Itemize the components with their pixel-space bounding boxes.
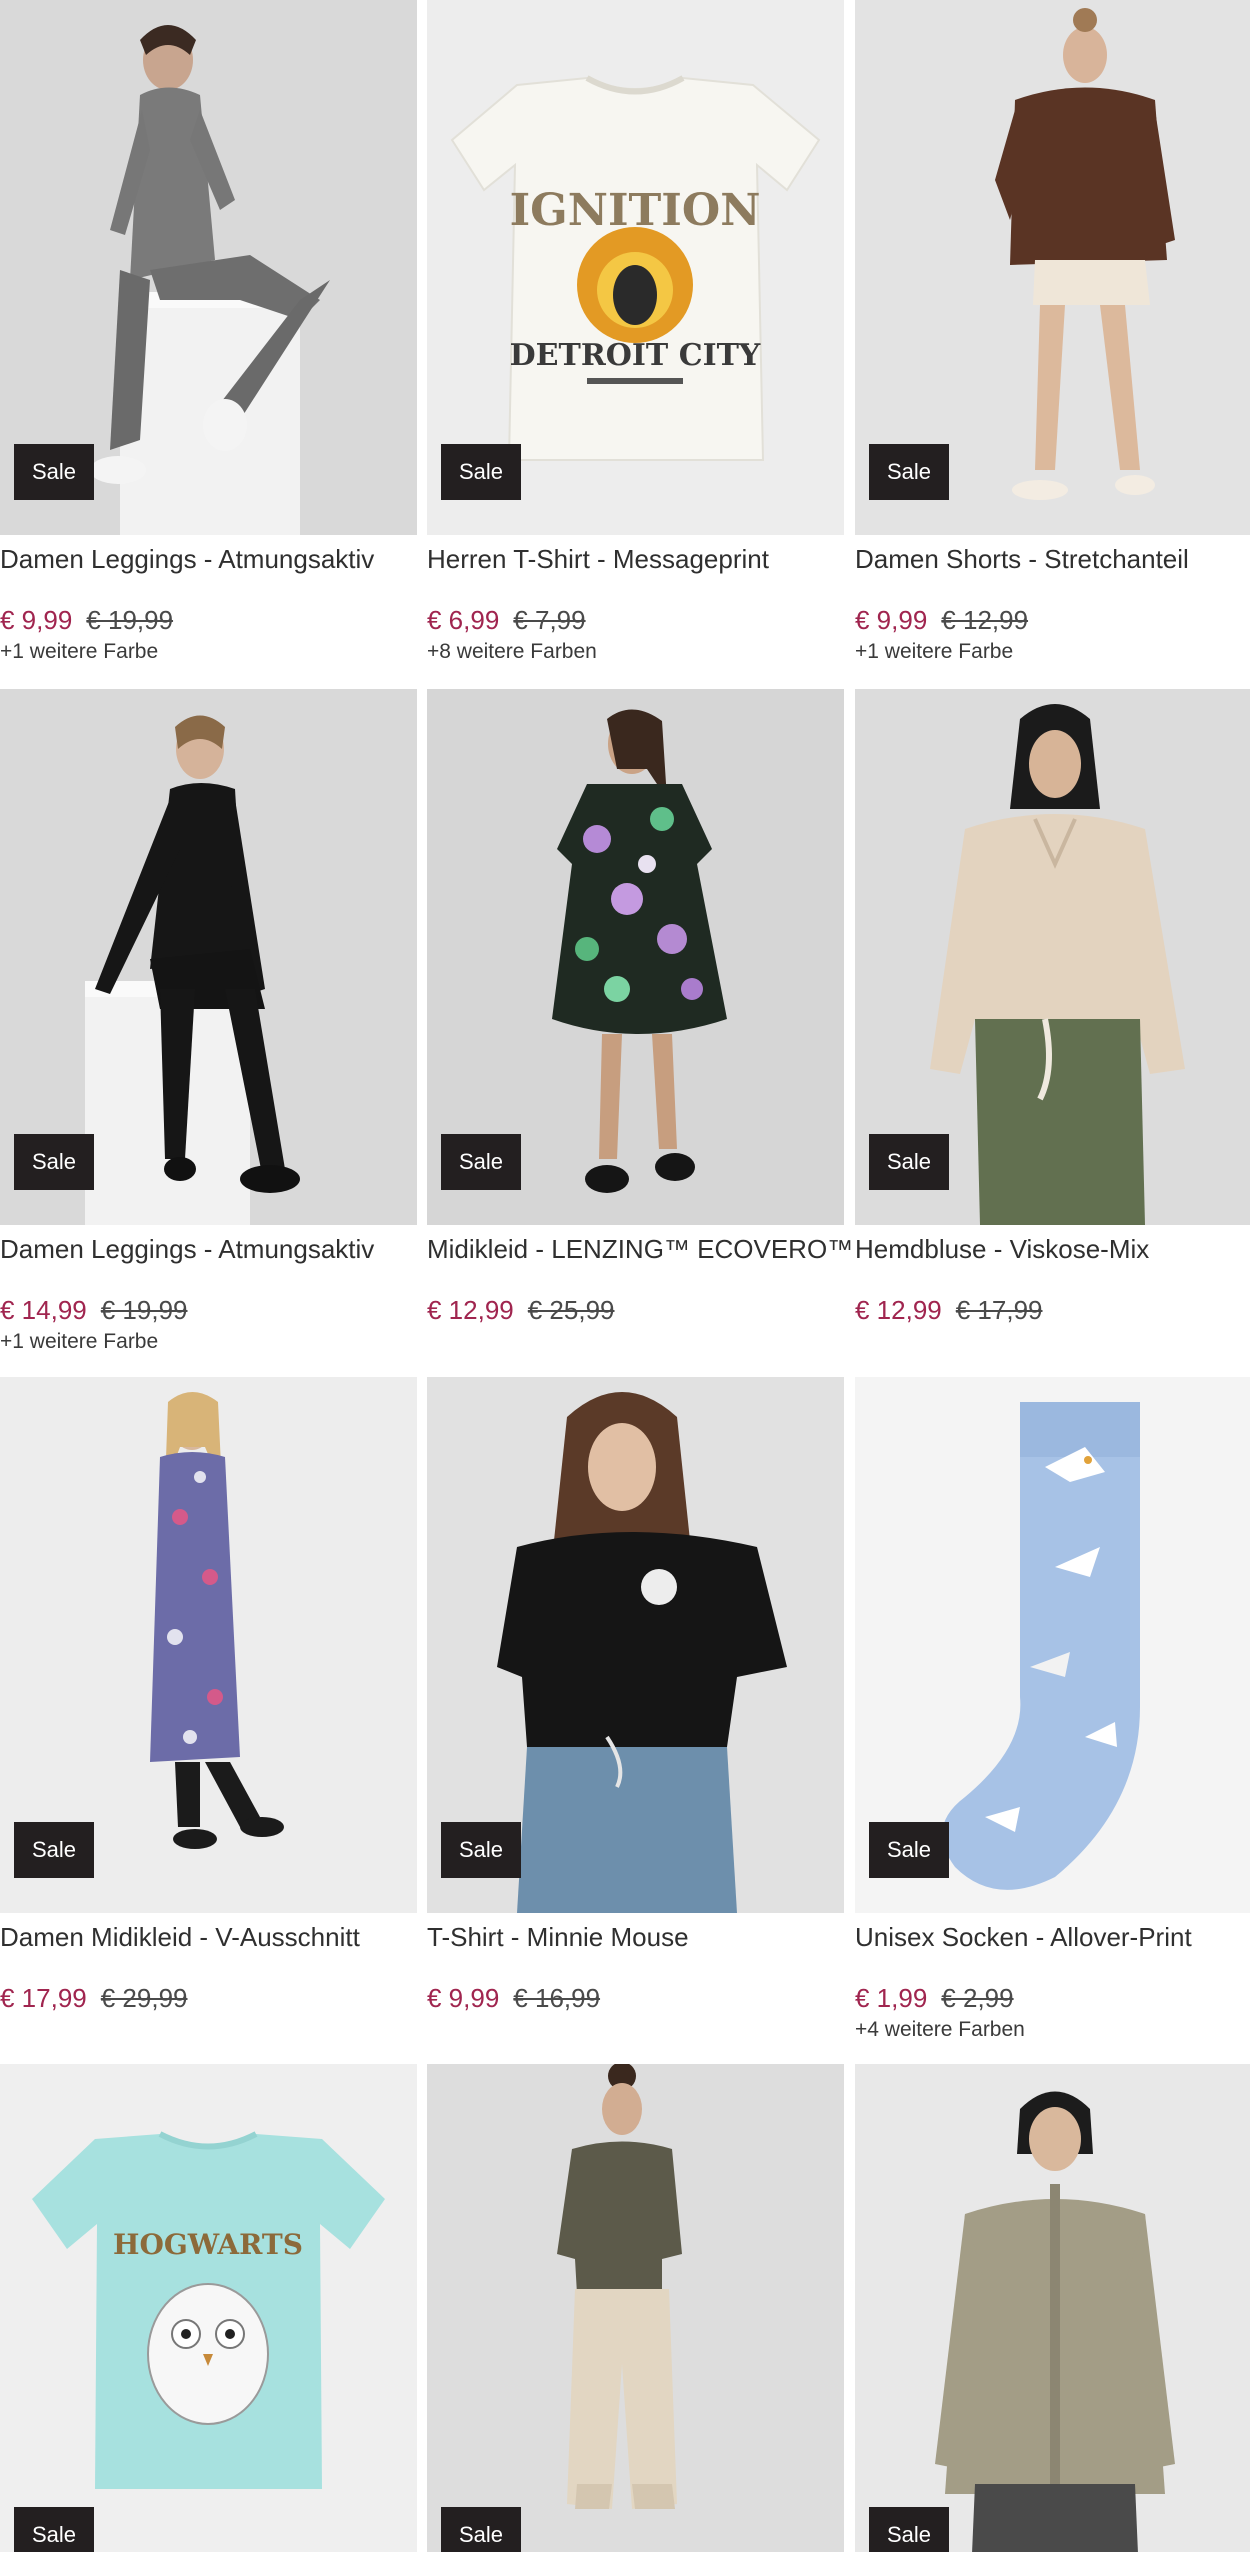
product-card[interactable]: Sale Damen Leggings - Atmungsaktiv € 9,9… <box>0 0 417 665</box>
sale-price: € 12,99 <box>427 1295 514 1325</box>
product-title[interactable]: Damen Shorts - Stretchanteil <box>855 543 1250 575</box>
original-price: € 12,99 <box>941 605 1029 635</box>
product-title[interactable]: Damen Midikleid - V-Ausschnitt <box>0 1921 417 1953</box>
original-price: € 29,99 <box>100 1983 188 2013</box>
sale-price: € 12,99 <box>855 1295 942 1325</box>
sale-price: € 9,99 <box>855 605 928 635</box>
product-photo <box>427 2064 844 2552</box>
product-card[interactable]: Sale Damen Midikleid - V-Ausschnitt € 17… <box>0 1377 417 2017</box>
sale-price: € 9,99 <box>0 605 73 635</box>
product-price: € 14,99 € 19,99 <box>0 1294 417 1326</box>
product-card[interactable]: Sale T-Shirt - Minnie Mouse € 9,99 € 16,9… <box>427 1377 844 2017</box>
product-image[interactable]: Sale <box>855 2064 1250 2552</box>
product-card[interactable]: Sale <box>855 2064 1250 2552</box>
sale-badge: Sale <box>441 444 522 500</box>
product-image[interactable]: Sale <box>0 689 417 1225</box>
product-photo: HOGWARTS <box>0 2064 417 2552</box>
product-card[interactable]: IGNITION DETROIT CITY Sale Herren T-Shir… <box>427 0 844 665</box>
product-image[interactable]: Sale <box>855 0 1250 535</box>
product-title[interactable]: Hemdbluse - Viskose-Mix <box>855 1233 1250 1265</box>
product-image[interactable]: Sale <box>427 1377 844 1913</box>
product-title[interactable]: Damen Leggings - Atmungsaktiv <box>0 543 417 575</box>
sale-badge: Sale <box>869 444 950 500</box>
sale-badge: Sale <box>14 2507 95 2552</box>
sale-price: € 9,99 <box>427 1983 500 2013</box>
product-card[interactable]: Sale Hemdbluse - Viskose-Mix € 12,99 € 17… <box>855 689 1250 1329</box>
product-price: € 9,99 € 19,99 <box>0 604 417 636</box>
product-card[interactable]: HOGWARTS Sale <box>0 2064 417 2552</box>
more-colors-link[interactable]: +1 weitere Farbe <box>855 639 1250 665</box>
sale-badge: Sale <box>14 1822 95 1878</box>
product-price: € 6,99 € 7,99 <box>427 604 844 636</box>
product-card[interactable]: Sale Damen Shorts - Stretchanteil € 9,99… <box>855 0 1250 665</box>
print-detroit-text: DETROIT CITY <box>510 338 761 373</box>
product-title[interactable]: Herren T-Shirt - Messageprint <box>427 543 844 575</box>
original-price: € 17,99 <box>955 1295 1043 1325</box>
original-price: € 19,99 <box>100 1295 188 1325</box>
product-image[interactable]: IGNITION DETROIT CITY Sale <box>427 0 844 535</box>
product-image[interactable]: Sale <box>855 689 1250 1225</box>
original-price: € 2,99 <box>941 1983 1014 2013</box>
sale-badge: Sale <box>869 1134 950 1190</box>
product-image[interactable]: Sale <box>855 1377 1250 1913</box>
product-image[interactable]: Sale <box>427 689 844 1225</box>
sale-badge: Sale <box>441 1134 522 1190</box>
product-price: € 9,99 € 12,99 <box>855 604 1250 636</box>
sale-badge: Sale <box>14 1134 95 1190</box>
more-colors-link[interactable]: +1 weitere Farbe <box>0 1329 417 1355</box>
product-image[interactable]: HOGWARTS Sale <box>0 2064 417 2552</box>
product-price: € 12,99 € 25,99 <box>427 1294 844 1326</box>
product-title[interactable]: T-Shirt - Minnie Mouse <box>427 1921 844 1953</box>
sale-price: € 6,99 <box>427 605 500 635</box>
original-price: € 19,99 <box>86 605 174 635</box>
original-price: € 16,99 <box>513 1983 601 2013</box>
sale-badge: Sale <box>441 1822 522 1878</box>
product-title[interactable]: Damen Leggings - Atmungsaktiv <box>0 1233 417 1265</box>
print-hogwarts-text: HOGWARTS <box>113 2228 303 2261</box>
sale-badge: Sale <box>869 2507 950 2552</box>
more-colors-link[interactable]: +4 weitere Farben <box>855 2017 1250 2043</box>
product-grid: Sale Damen Leggings - Atmungsaktiv € 9,9… <box>0 0 1250 2552</box>
product-photo <box>855 2064 1250 2552</box>
product-image[interactable]: Sale <box>427 2064 844 2552</box>
sale-price: € 14,99 <box>0 1295 87 1325</box>
product-card[interactable]: Sale <box>427 2064 844 2552</box>
product-price: € 1,99 € 2,99 <box>855 1982 1250 2014</box>
product-card[interactable]: Sale Unisex Socken - Allover-Print € 1,9… <box>855 1377 1250 2043</box>
more-colors-link[interactable]: +1 weitere Farbe <box>0 639 417 665</box>
product-image[interactable]: Sale <box>0 1377 417 1913</box>
product-title[interactable]: Unisex Socken - Allover-Print <box>855 1921 1250 1953</box>
sale-price: € 17,99 <box>0 1983 87 2013</box>
original-price: € 7,99 <box>513 605 586 635</box>
more-colors-link[interactable]: +8 weitere Farben <box>427 639 844 665</box>
product-price: € 17,99 € 29,99 <box>0 1982 417 2014</box>
sale-badge: Sale <box>441 2507 522 2552</box>
product-card[interactable]: Sale Damen Leggings - Atmungsaktiv € 14,… <box>0 689 417 1355</box>
product-title[interactable]: Midikleid - LENZING™ ECOVERO™ <box>427 1233 853 1265</box>
product-card[interactable]: Sale Midikleid - LENZING™ ECOVERO™ € 12,… <box>427 689 853 1329</box>
product-price: € 9,99 € 16,99 <box>427 1982 844 2014</box>
sale-badge: Sale <box>14 444 95 500</box>
original-price: € 25,99 <box>527 1295 615 1325</box>
product-price: € 12,99 € 17,99 <box>855 1294 1250 1326</box>
sale-badge: Sale <box>869 1822 950 1878</box>
sale-price: € 1,99 <box>855 1983 928 2013</box>
product-image[interactable]: Sale <box>0 0 417 535</box>
